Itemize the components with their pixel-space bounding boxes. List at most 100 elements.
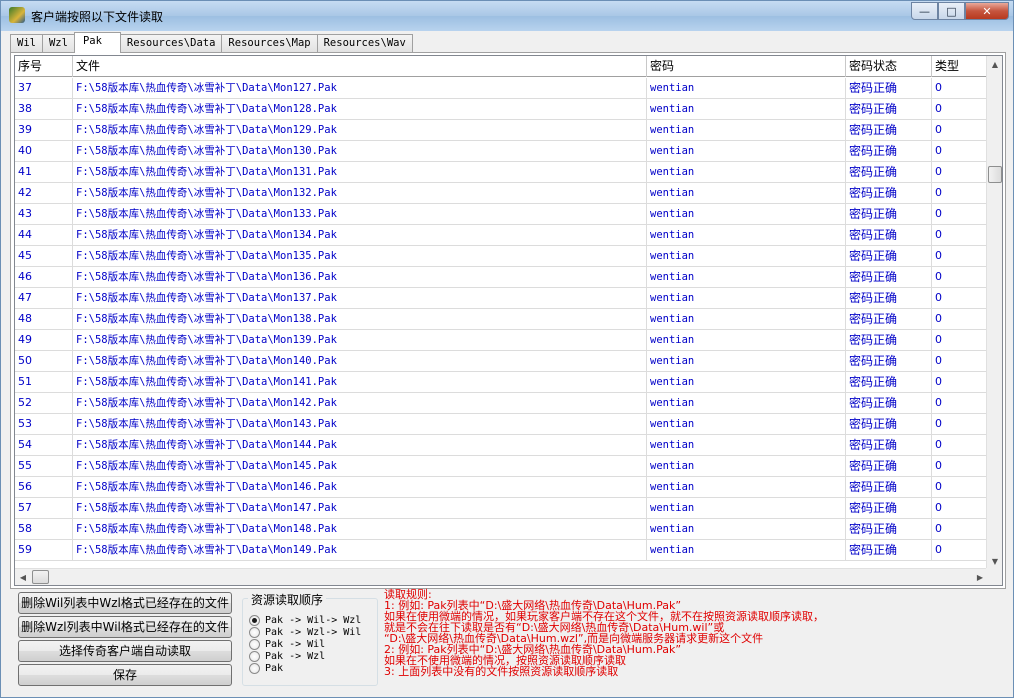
scroll-left-icon[interactable]: ◀ [15,569,31,585]
cell-type: 0 [935,81,942,94]
tab-resources-map[interactable]: Resources\Map [221,34,318,52]
cell-password: wentian [647,120,846,140]
radio-label: Pak -> Wil-> Wzl [265,614,362,626]
cell-index: 58 [15,519,73,539]
cell-index: 43 [15,204,73,224]
cell-password: wentian [647,78,846,98]
cell-type: 0 [935,417,942,430]
cell-password: wentian [647,246,846,266]
table-row[interactable]: 52 F:\58版本库\热血传奇\冰雪补丁\Data\Mon142.Pak went… [15,393,988,414]
table-row[interactable]: 57 F:\58版本库\热血传奇\冰雪补丁\Data\Mon147.Pak went… [15,498,988,519]
cell-file: F:\58版本库\热血传奇\冰雪补丁\Data\Mon132.Pak [73,183,647,203]
table-row[interactable]: 54 F:\58版本库\热血传奇\冰雪补丁\Data\Mon144.Pak went… [15,435,988,456]
cell-type: 0 [935,123,942,136]
scroll-down-icon[interactable]: ▼ [987,553,1002,569]
cell-index: 49 [15,330,73,350]
cell-file: F:\58版本库\热血传奇\冰雪补丁\Data\Mon139.Pak [73,330,647,350]
tab-resources-wav[interactable]: Resources\Wav [316,34,413,52]
radio-icon[interactable] [249,650,260,662]
cell-password-status: 密码正确 [846,99,932,119]
table-row[interactable]: 51 F:\58版本库\热血传奇\冰雪补丁\Data\Mon141.Pak went… [15,372,988,393]
cell-file: F:\58版本库\热血传奇\冰雪补丁\Data\Mon145.Pak [73,456,647,476]
radio-order-4[interactable]: Pak [249,662,283,674]
cell-index: 48 [15,309,73,329]
table-row[interactable]: 58 F:\58版本库\热血传奇\冰雪补丁\Data\Mon148.Pak went… [15,519,988,540]
close-button[interactable]: ✕ [965,2,1009,20]
cell-password-status: 密码正确 [846,183,932,203]
table-row[interactable]: 49 F:\58版本库\热血传奇\冰雪补丁\Data\Mon139.Pak went… [15,330,988,351]
cell-type: 0 [935,228,942,241]
table-row[interactable]: 47 F:\58版本库\热血传奇\冰雪补丁\Data\Mon137.Pak went… [15,288,988,309]
table-row[interactable]: 56 F:\58版本库\热血传奇\冰雪补丁\Data\Mon146.Pak went… [15,477,988,498]
cell-password-status: 密码正确 [846,519,932,539]
table-row[interactable]: 59 F:\58版本库\热血传奇\冰雪补丁\Data\Mon149.Pak went… [15,540,988,561]
table-row[interactable]: 42 F:\58版本库\热血传奇\冰雪补丁\Data\Mon132.Pak went… [15,183,988,204]
table-row[interactable]: 50 F:\58版本库\热血传奇\冰雪补丁\Data\Mon140.Pak went… [15,351,988,372]
column-header-password-status[interactable]: 密码状态 [846,56,932,77]
table-row[interactable]: 37 F:\58版本库\热血传奇\冰雪补丁\Data\Mon127.Pak went… [15,78,988,99]
delete-wzl-duplicates-button[interactable]: 删除Wzl列表中Wil格式已经存在的文件 [18,616,232,638]
cell-password: wentian [647,498,846,518]
scroll-up-icon[interactable]: ▲ [987,56,1002,72]
column-header-file[interactable]: 文件 [73,56,647,77]
cell-file: F:\58版本库\热血传奇\冰雪补丁\Data\Mon133.Pak [73,204,647,224]
vertical-scroll-thumb[interactable] [988,166,1002,183]
table-row[interactable]: 39 F:\58版本库\热血传奇\冰雪补丁\Data\Mon129.Pak went… [15,120,988,141]
save-button[interactable]: 保存 [18,664,232,686]
table-row[interactable]: 55 F:\58版本库\热血传奇\冰雪补丁\Data\Mon145.Pak went… [15,456,988,477]
cell-password-status: 密码正确 [846,456,932,476]
minimize-button[interactable]: — [911,2,938,20]
radio-order-2[interactable]: Pak -> Wil [249,638,325,650]
cell-password: wentian [647,519,846,539]
radio-label: Pak -> Wzl-> Wil [265,626,362,638]
cell-index: 52 [15,393,73,413]
table-row[interactable]: 40 F:\58版本库\热血传奇\冰雪补丁\Data\Mon130.Pak went… [15,141,988,162]
title-bar[interactable]: 客户端按照以下文件读取 — □ ✕ [1,1,1013,31]
radio-icon[interactable] [249,662,260,674]
column-header-index[interactable]: 序号 [15,56,73,77]
table-row[interactable]: 53 F:\58版本库\热血传奇\冰雪补丁\Data\Mon143.Pak went… [15,414,988,435]
table-row[interactable]: 48 F:\58版本库\热血传奇\冰雪补丁\Data\Mon138.Pak went… [15,309,988,330]
cell-type: 0 [935,333,942,346]
radio-icon[interactable] [249,614,260,626]
cell-file: F:\58版本库\热血传奇\冰雪补丁\Data\Mon136.Pak [73,267,647,287]
tab-wil[interactable]: Wil [10,34,43,52]
table-row[interactable]: 44 F:\58版本库\热血传奇\冰雪补丁\Data\Mon134.Pak went… [15,225,988,246]
horizontal-scroll-thumb[interactable] [32,570,49,584]
table-row[interactable]: 46 F:\58版本库\热血传奇\冰雪补丁\Data\Mon136.Pak went… [15,267,988,288]
cell-password: wentian [647,330,846,350]
cell-index: 46 [15,267,73,287]
tab-wzl[interactable]: Wzl [41,34,75,52]
cell-file: F:\58版本库\热血传奇\冰雪补丁\Data\Mon149.Pak [73,540,647,560]
radio-icon[interactable] [249,626,260,638]
horizontal-scrollbar[interactable]: ◀ ▶ [15,568,988,585]
maximize-button[interactable]: □ [938,2,965,20]
cell-type: 0 [935,165,942,178]
table-row[interactable]: 43 F:\58版本库\热血传奇\冰雪补丁\Data\Mon133.Pak went… [15,204,988,225]
column-header-password[interactable]: 密码 [647,56,846,77]
cell-index: 41 [15,162,73,182]
cell-index: 40 [15,141,73,161]
radio-icon[interactable] [249,638,260,650]
cell-index: 44 [15,225,73,245]
auto-read-client-button[interactable]: 选择传奇客户端自动读取 [18,640,232,662]
radio-order-0[interactable]: Pak -> Wil-> Wzl [249,614,361,626]
vertical-scrollbar[interactable]: ▲ ▼ [986,56,1002,569]
cell-file: F:\58版本库\热血传奇\冰雪补丁\Data\Mon148.Pak [73,519,647,539]
cell-index: 51 [15,372,73,392]
table-row[interactable]: 45 F:\58版本库\热血传奇\冰雪补丁\Data\Mon135.Pak went… [15,246,988,267]
column-header-type[interactable]: 类型 [932,56,988,77]
cell-password-status: 密码正确 [846,498,932,518]
table-row[interactable]: 38 F:\58版本库\热血传奇\冰雪补丁\Data\Mon128.Pak went… [15,99,988,120]
cell-file: F:\58版本库\热血传奇\冰雪补丁\Data\Mon128.Pak [73,99,647,119]
radio-order-3[interactable]: Pak -> Wzl [249,650,325,662]
delete-wil-duplicates-button[interactable]: 删除Wil列表中Wzl格式已经存在的文件 [18,592,232,614]
table-row[interactable]: 41 F:\58版本库\热血传奇\冰雪补丁\Data\Mon131.Pak went… [15,162,988,183]
cell-file: F:\58版本库\热血传奇\冰雪补丁\Data\Mon135.Pak [73,246,647,266]
radio-order-1[interactable]: Pak -> Wzl-> Wil [249,626,361,638]
file-list-table[interactable]: 序号 文件 密码 密码状态 类型 37 F:\58版本库\热血传奇\冰雪补丁\Da… [14,55,1003,586]
tab-resources-data[interactable]: Resources\Data [119,34,223,52]
cell-index: 42 [15,183,73,203]
radio-label: Pak -> Wil [265,638,326,650]
tab-pak[interactable]: Pak [73,32,121,53]
